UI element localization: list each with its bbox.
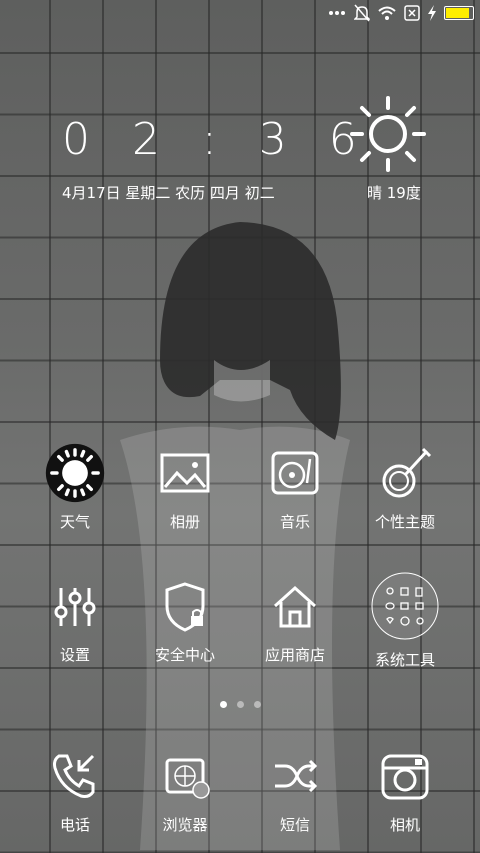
banjo-icon	[382, 447, 432, 498]
weather-text: 晴 19度	[367, 184, 421, 202]
app-settings[interactable]: 设置	[20, 576, 130, 665]
wifi-icon	[378, 6, 396, 20]
page-dot[interactable]	[219, 701, 227, 708]
browser-icon	[165, 758, 210, 799]
page-dot[interactable]	[253, 701, 261, 708]
shuffle-icon	[275, 759, 318, 793]
mute-bell-icon	[354, 4, 370, 22]
page-dot[interactable]	[236, 701, 244, 708]
tools-folder-icon	[371, 572, 439, 640]
app-music[interactable]: 音乐	[240, 443, 350, 532]
charging-icon	[428, 5, 436, 21]
page-indicator	[0, 701, 480, 708]
status-bar	[0, 0, 480, 28]
camera-icon	[381, 754, 429, 800]
shield-lock-icon	[165, 582, 205, 632]
battery-icon	[444, 6, 474, 20]
sim-x-icon	[404, 5, 420, 21]
dock-phone[interactable]: 电话	[20, 746, 130, 835]
date-text: 4月17日 星期二 农历 四月 初二	[62, 184, 275, 202]
turntable-icon	[271, 451, 319, 495]
sun-weather-icon[interactable]	[348, 94, 428, 174]
phone-icon	[53, 754, 95, 798]
sun-icon	[45, 443, 105, 503]
app-themes[interactable]: 个性主题	[350, 443, 460, 532]
dock-messages[interactable]: 短信	[240, 746, 350, 835]
app-system-tools[interactable]: 系统工具	[350, 572, 460, 670]
app-gallery[interactable]: 相册	[130, 443, 240, 532]
more-dots-icon	[329, 11, 345, 15]
clock: 0 2 : 3 6	[62, 114, 371, 165]
picture-icon	[160, 453, 210, 493]
app-store[interactable]: 应用商店	[240, 576, 350, 665]
app-weather[interactable]: 天气	[20, 443, 130, 532]
home-store-icon	[273, 585, 317, 628]
dock-camera[interactable]: 相机	[350, 746, 460, 835]
app-security[interactable]: 安全中心	[130, 576, 240, 665]
dock-browser[interactable]: 浏览器	[130, 746, 240, 835]
sliders-icon	[54, 588, 96, 626]
